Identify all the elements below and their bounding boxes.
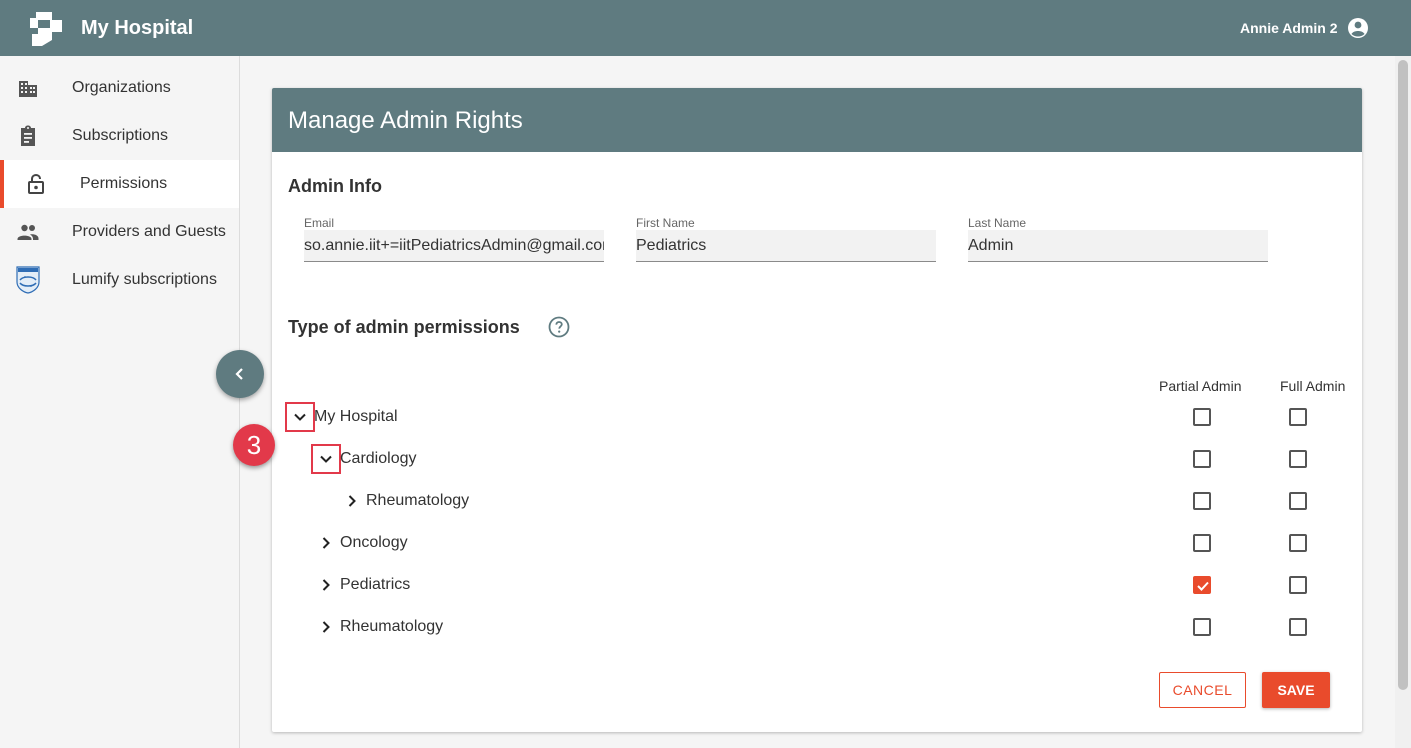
tree-row: Pediatrics	[272, 564, 1362, 606]
partial-admin-checkbox[interactable]	[1193, 450, 1211, 468]
card-header: Manage Admin Rights	[272, 88, 1362, 152]
tree-toggle-button[interactable]	[340, 489, 364, 513]
chevron-right-icon	[348, 495, 356, 507]
collapse-sidebar-button[interactable]	[216, 350, 264, 398]
full-admin-checkbox[interactable]	[1289, 534, 1307, 552]
scrollbar-thumb[interactable]	[1398, 60, 1408, 690]
tree-node-label: My Hospital	[314, 408, 398, 425]
sidebar-item-permissions[interactable]: Permissions	[0, 160, 239, 208]
chevron-right-icon	[322, 621, 330, 633]
tree-node-label: Rheumatology	[340, 618, 444, 635]
sidebar: Organizations Subscriptions Permissions …	[0, 56, 240, 748]
first-name-field: First Name	[636, 216, 936, 272]
account-circle-icon[interactable]	[1346, 16, 1370, 40]
sidebar-item-lumify-subscriptions[interactable]: Lumify subscriptions	[0, 256, 239, 304]
permissions-title: Type of admin permissions	[288, 317, 520, 337]
full-admin-column-header: Full Admin	[1280, 378, 1346, 394]
philips-shield-icon	[16, 266, 40, 294]
tree-row: Rheumatology	[272, 606, 1362, 648]
manage-admin-rights-card: Manage Admin Rights Admin Info Email Fir…	[272, 88, 1362, 732]
chevron-left-icon	[235, 368, 243, 380]
partial-admin-checkbox[interactable]	[1193, 576, 1211, 594]
sidebar-item-subscriptions[interactable]: Subscriptions	[0, 112, 239, 160]
full-admin-checkbox[interactable]	[1289, 618, 1307, 636]
partial-admin-column-header: Partial Admin	[1159, 378, 1242, 394]
step-annotation-badge: 3	[233, 424, 275, 466]
sidebar-item-providers-and-guests[interactable]: Providers and Guests	[0, 208, 239, 256]
sidebar-item-label: Permissions	[80, 175, 168, 192]
email-field: Email	[304, 216, 604, 272]
last-name-input[interactable]	[968, 230, 1268, 262]
top-app-bar: My Hospital Annie Admin 2	[0, 0, 1411, 56]
chevron-down-icon	[320, 455, 332, 463]
chevron-down-icon	[294, 413, 306, 421]
full-admin-checkbox[interactable]	[1289, 576, 1307, 594]
email-label: Email	[304, 216, 335, 230]
hospital-logo-icon	[30, 12, 62, 46]
tree-row: Oncology	[272, 522, 1362, 564]
partial-admin-checkbox[interactable]	[1193, 408, 1211, 426]
clipboard-icon	[21, 125, 35, 146]
tree-node-label: Cardiology	[340, 450, 417, 467]
partial-admin-checkbox[interactable]	[1193, 492, 1211, 510]
lock-icon	[28, 173, 44, 194]
tree-toggle-button[interactable]	[311, 444, 341, 474]
first-name-label: First Name	[636, 216, 695, 230]
help-icon[interactable]	[548, 316, 570, 338]
card-title: Manage Admin Rights	[288, 107, 523, 134]
last-name-field: Last Name	[968, 216, 1268, 272]
page-scrollbar[interactable]	[1395, 56, 1411, 748]
admin-info-title: Admin Info	[288, 176, 382, 196]
full-admin-checkbox[interactable]	[1289, 408, 1307, 426]
tree-node-label: Oncology	[340, 534, 408, 551]
last-name-label: Last Name	[968, 216, 1027, 230]
tree-row: My Hospital	[272, 396, 1362, 438]
tree-toggle-button[interactable]	[314, 531, 338, 555]
save-button[interactable]: SAVE	[1262, 672, 1330, 708]
building-icon	[19, 81, 37, 97]
checkmark-icon	[1197, 581, 1209, 591]
tree-toggle-button[interactable]	[285, 402, 315, 432]
full-admin-checkbox[interactable]	[1289, 492, 1307, 510]
people-icon	[17, 224, 39, 240]
chevron-right-icon	[322, 537, 330, 549]
tree-toggle-button[interactable]	[314, 573, 338, 597]
tree-node-label: Pediatrics	[340, 576, 411, 593]
tree-toggle-button[interactable]	[314, 615, 338, 639]
first-name-input[interactable]	[636, 230, 936, 262]
sidebar-item-label: Lumify subscriptions	[72, 271, 217, 288]
partial-admin-checkbox[interactable]	[1193, 618, 1211, 636]
user-name[interactable]: Annie Admin 2	[1240, 20, 1338, 36]
app-title: My Hospital	[81, 17, 194, 39]
sidebar-item-label: Providers and Guests	[72, 223, 226, 240]
tree-node-label: Rheumatology	[366, 492, 470, 509]
email-input[interactable]	[304, 230, 604, 262]
main-content: Manage Admin Rights Admin Info Email Fir…	[240, 56, 1395, 748]
chevron-right-icon	[322, 579, 330, 591]
full-admin-checkbox[interactable]	[1289, 450, 1307, 468]
sidebar-item-label: Organizations	[72, 79, 171, 96]
sidebar-item-label: Subscriptions	[72, 127, 169, 144]
tree-row: Rheumatology	[272, 480, 1362, 522]
partial-admin-checkbox[interactable]	[1193, 534, 1211, 552]
tree-row: Cardiology	[272, 438, 1362, 480]
cancel-button[interactable]: CANCEL	[1159, 672, 1246, 708]
sidebar-item-organizations[interactable]: Organizations	[0, 64, 239, 112]
